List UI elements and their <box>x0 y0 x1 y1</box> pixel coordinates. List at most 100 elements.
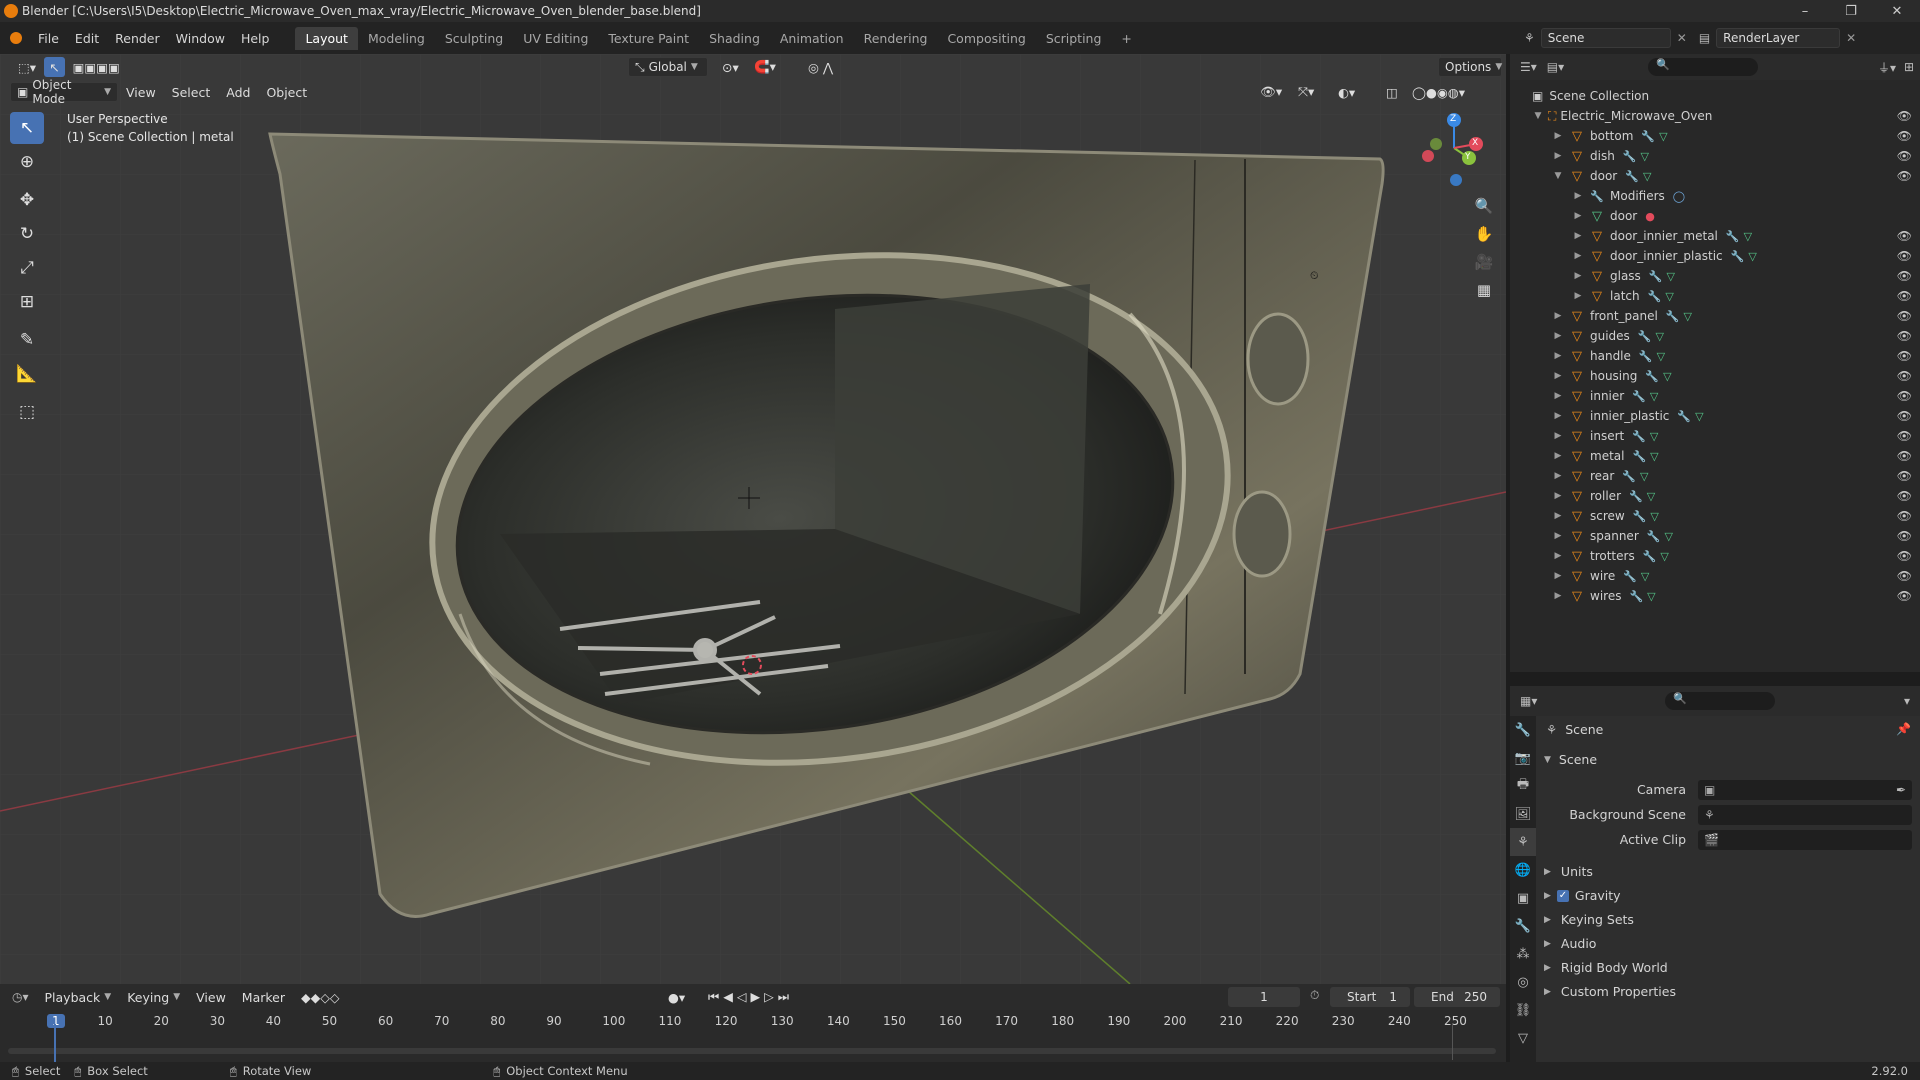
mesh-data-icon[interactable]: ▽ <box>1641 570 1649 583</box>
modifier-wrench-icon[interactable]: 🔧 <box>1625 170 1639 183</box>
transform-tool-icon[interactable]: ⊞ <box>10 286 44 318</box>
menu-playback[interactable]: Playback ▼ <box>37 987 120 1007</box>
menu-select[interactable]: Select <box>164 82 219 102</box>
outliner-item-door[interactable]: ▼ ▽ door 🔧 ▽ 👁 <box>1510 166 1920 186</box>
expand-arrow-icon[interactable]: ▶ <box>1552 411 1564 421</box>
visibility-eye-icon[interactable]: 👁 <box>1897 149 1912 163</box>
collapse-arrow-icon[interactable]: ▼ <box>1544 755 1551 765</box>
outliner-item-door[interactable]: ▶ ▽ door ● <box>1510 206 1920 226</box>
blender-menu-icon[interactable] <box>10 32 22 44</box>
expand-arrow-icon[interactable]: ▶ <box>1572 271 1584 281</box>
tab-animation[interactable]: Animation <box>770 27 854 50</box>
menu-render[interactable]: Render <box>107 31 168 46</box>
visibility-eye-icon[interactable]: 👁 <box>1897 109 1912 123</box>
visibility-eye-icon[interactable]: 👁 <box>1897 569 1912 583</box>
tab-scripting[interactable]: Scripting <box>1036 27 1112 50</box>
shading-modes-icon[interactable]: ◯●◉◍▾ <box>1404 82 1473 102</box>
view-layer-selector[interactable]: RenderLayer <box>1716 28 1841 48</box>
modifier-wrench-icon[interactable]: 🔧 <box>1633 510 1647 523</box>
mesh-data-icon[interactable]: ▽ <box>1650 390 1658 403</box>
expand-arrow-icon[interactable]: ▶ <box>1572 191 1584 201</box>
rotate-tool-icon[interactable]: ↻ <box>10 218 44 250</box>
mesh-data-icon[interactable]: ▽ <box>1647 490 1655 503</box>
collapse-arrow-icon[interactable]: ▼ <box>1552 171 1564 181</box>
visibility-eye-icon[interactable]: 👁 <box>1897 409 1912 423</box>
select-tool-icon[interactable]: ↖ <box>44 57 65 77</box>
mesh-data-icon[interactable]: ▽ <box>1656 330 1664 343</box>
mesh-data-icon[interactable]: ▽ <box>1660 550 1668 563</box>
visibility-eye-icon[interactable]: 👁 <box>1897 369 1912 383</box>
modifier-wrench-icon[interactable]: 🔧 <box>1645 370 1659 383</box>
camera-field[interactable]: ▣ ✒ <box>1698 780 1912 800</box>
menu-view[interactable]: View <box>118 82 164 102</box>
visibility-eye-icon[interactable]: 👁 <box>1897 349 1912 363</box>
expand-arrow-icon[interactable]: ▶ <box>1552 391 1564 401</box>
editor-type-icon[interactable]: ⬚▾ <box>10 57 44 77</box>
modifier-wrench-icon[interactable]: 🔧 <box>1731 250 1745 263</box>
outliner-item-trotters[interactable]: ▶ ▽ trotters 🔧 ▽ 👁 <box>1510 546 1920 566</box>
visibility-eye-icon[interactable]: 👁 <box>1897 529 1912 543</box>
record-icon[interactable]: ●▾ <box>660 987 693 1007</box>
pivot-point-icon[interactable]: ⊙▾ <box>714 57 747 77</box>
mesh-data-icon[interactable]: ▽ <box>1650 450 1658 463</box>
zoom-icon[interactable]: 🔍 <box>1470 192 1498 220</box>
pan-hand-icon[interactable]: ✋ <box>1470 220 1498 248</box>
mode-dropdown[interactable]: ▣ Object Mode ▼ <box>10 78 118 106</box>
gravity-section[interactable]: ▶ ✓ Gravity <box>1544 888 1621 903</box>
audio-section[interactable]: ▶ Audio <box>1544 936 1596 951</box>
outliner-item-housing[interactable]: ▶ ▽ housing 🔧 ▽ 👁 <box>1510 366 1920 386</box>
end-frame-field[interactable]: End 250 <box>1414 987 1500 1007</box>
proportional-edit-icon[interactable]: ◎ ⋀ <box>800 57 841 77</box>
outliner-scene-collection[interactable]: ▣ Scene Collection <box>1510 86 1920 106</box>
object-tab-icon[interactable]: ▣ <box>1510 884 1536 912</box>
visibility-eye-icon[interactable]: 👁 <box>1897 429 1912 443</box>
navigation-gizmo[interactable]: Z X Y <box>1414 108 1494 188</box>
tab-compositing[interactable]: Compositing <box>937 27 1035 50</box>
expand-arrow-icon[interactable]: ▶ <box>1544 987 1551 997</box>
expand-arrow-icon[interactable]: ▶ <box>1572 231 1584 241</box>
mesh-data-icon[interactable]: ▽ <box>1663 370 1671 383</box>
add-cube-tool-icon[interactable]: ⬚ <box>10 396 44 428</box>
expand-arrow-icon[interactable]: ▶ <box>1552 151 1564 161</box>
outliner-editor-icon[interactable]: ☰▾ <box>1520 60 1537 74</box>
expand-arrow-icon[interactable]: ▶ <box>1552 311 1564 321</box>
eyedropper-icon[interactable]: ✒ <box>1896 783 1906 797</box>
menu-object[interactable]: Object <box>258 82 315 102</box>
expand-arrow-icon[interactable]: ▶ <box>1544 891 1551 901</box>
menu-timeline-view[interactable]: View <box>188 987 234 1007</box>
filter-icon[interactable]: ⏚▾ <box>1878 59 1896 76</box>
expand-arrow-icon[interactable]: ▶ <box>1544 915 1551 925</box>
visibility-eye-icon[interactable]: 👁 <box>1897 249 1912 263</box>
snap-icon[interactable]: 🧲▾ <box>746 57 784 77</box>
cursor-tool-icon[interactable]: ⊕ <box>10 146 44 178</box>
material-icon[interactable]: ● <box>1645 210 1655 223</box>
expand-arrow-icon[interactable]: ▶ <box>1552 551 1564 561</box>
view-layer-tab-icon[interactable]: 🖼 <box>1510 800 1536 828</box>
modifier-wrench-icon[interactable]: 🔧 <box>1638 330 1652 343</box>
outliner-item-roller[interactable]: ▶ ▽ roller 🔧 ▽ 👁 <box>1510 486 1920 506</box>
start-frame-field[interactable]: Start 1 <box>1330 987 1410 1007</box>
modifier-wrench-icon[interactable]: 🔧 <box>1666 310 1680 323</box>
visibility-icon[interactable]: 👁▾ <box>1252 82 1290 102</box>
mesh-data-icon[interactable]: ▽ <box>1640 470 1648 483</box>
outliner-item-glass[interactable]: ▶ ▽ glass 🔧 ▽ 👁 <box>1510 266 1920 286</box>
physics-tab-icon[interactable]: ◎ <box>1510 968 1536 996</box>
visibility-eye-icon[interactable]: 👁 <box>1897 489 1912 503</box>
active-clip-field[interactable]: 🎬 <box>1698 830 1912 850</box>
expand-arrow-icon[interactable]: ▶ <box>1552 571 1564 581</box>
mesh-data-icon[interactable]: ▽ <box>1667 270 1675 283</box>
tab-rendering[interactable]: Rendering <box>854 27 938 50</box>
expand-arrow-icon[interactable]: ▶ <box>1572 251 1584 261</box>
tab-sculpting[interactable]: Sculpting <box>435 27 513 50</box>
outliner-collection-row[interactable]: ▼ ⛶ Electric_Microwave_Oven 👁 <box>1510 106 1920 126</box>
outliner-item-bottom[interactable]: ▶ ▽ bottom 🔧 ▽ 👁 <box>1510 126 1920 146</box>
mesh-data-icon[interactable]: ▽ <box>1647 590 1655 603</box>
modifier-wrench-icon[interactable]: 🔧 <box>1677 410 1691 423</box>
expand-arrow-icon[interactable]: ▶ <box>1552 491 1564 501</box>
visibility-eye-icon[interactable]: 👁 <box>1897 449 1912 463</box>
mesh-data-icon[interactable]: ▽ <box>1641 150 1649 163</box>
world-tab-icon[interactable]: 🌐 <box>1510 856 1536 884</box>
outliner-item-modifiers[interactable]: ▶ 🔧 Modifiers ◯ <box>1510 186 1920 206</box>
expand-arrow-icon[interactable]: ▶ <box>1552 471 1564 481</box>
visibility-eye-icon[interactable]: 👁 <box>1897 309 1912 323</box>
